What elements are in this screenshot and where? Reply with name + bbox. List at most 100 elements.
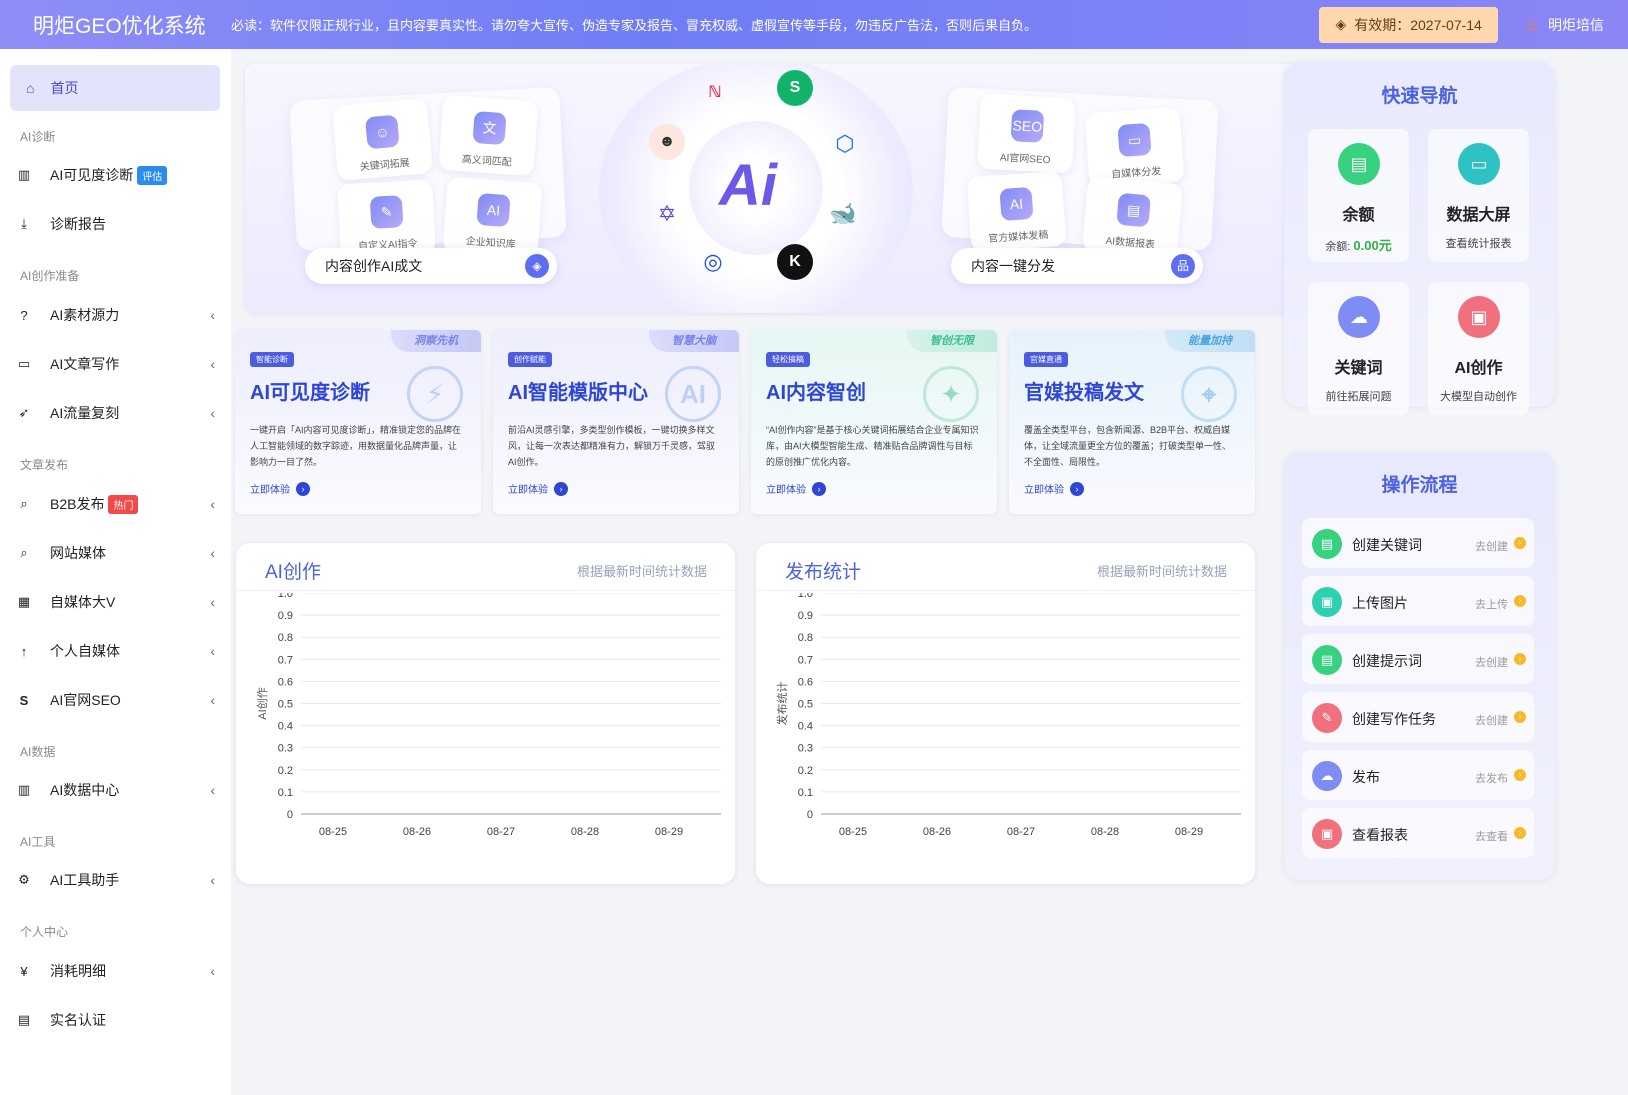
tile-semantic-match[interactable]: 文高义词匹配 [438,94,539,177]
tile-knowledge-base[interactable]: AI 企业知识库 [442,176,543,259]
y-tick-label: 0.7 [798,654,813,666]
feature-card-visibility[interactable]: 洞察先机 智能诊断 AI可见度诊断 ⚡ 一键开启「AI内容可见度诊断」，精准锁定… [235,330,481,514]
sidebar-item-website-media[interactable]: ⌕ 网站媒体 ‹ [14,535,219,571]
sidebar-item-report[interactable]: ⤓ 诊断报告 [14,206,219,242]
balance-value: 0.00元 [1353,238,1392,253]
y-tick-label: 0.6 [278,676,293,688]
y-tick-label: 0.3 [798,743,813,755]
gear-icon: ⚙ [18,872,30,887]
sidebar-item-b2b[interactable]: ⌕ B2B发布 热门 ‹ [14,486,219,522]
badge-hot: 热门 [108,494,139,514]
sidebar-item-home[interactable]: ⌂ 首页 [10,65,220,111]
sidebar-section-tools: AI工具 [20,835,56,849]
workflow-step-publish[interactable]: ☁ 发布 去发布 › [1302,750,1534,800]
try-now-link[interactable]: 立即体验 › [766,481,826,496]
ai-head-icon: AI [665,366,721,422]
sidebar-item-kol[interactable]: ▦ 自媒体大V ‹ [14,584,219,620]
quick-nav-balance[interactable]: ▤ 余额 余额: 0.00元 [1308,129,1409,262]
translate-icon: 文 [472,110,507,146]
sidebar-item-seo[interactable]: S AI官网SEO ‹ [14,682,219,718]
y-tick-label: 0.5 [798,699,813,711]
try-now-link[interactable]: 立即体验 › [508,481,568,496]
arrow-right-icon: › [1514,595,1526,607]
feature-tag: 创作赋能 [508,352,552,367]
arrow-right-icon: › [1070,481,1084,496]
y-tick-label: 0.4 [278,721,293,733]
notice-text: 必读：软件仅限正规行业，且内容要真实性。请勿夸大宣传、伪造专家及报告、冒充权威、… [231,18,1038,33]
chart-icon: ▥ [17,167,31,182]
workflow-step-prompt[interactable]: ▤ 创建提示词 去创建 › [1302,634,1534,684]
x-tick-label: 08-29 [1175,826,1203,838]
feature-title: AI可见度诊断 [250,382,370,404]
divider [756,590,1255,591]
user-menu[interactable]: ♨ 明炬培信 [1524,14,1604,35]
sidebar-item-material[interactable]: ? AI素材源力 ‹ [14,297,219,333]
quick-nav-ai-create[interactable]: ▣ AI创作 大模型自动创作 [1428,282,1529,415]
y-tick-label: 0.6 [798,676,813,688]
cloud-icon: ☁ [1338,296,1380,338]
model-logo-star-icon: ✡ [657,201,677,226]
workflow-title: 操作流程 [1381,475,1458,496]
workflow-step-report[interactable]: ▣ 查看报表 去查看 › [1302,808,1534,858]
quick-nav-dashboard[interactable]: ▭ 数据大屏 查看统计报表 [1428,129,1529,262]
chart-card-publish-stats: 发布统计 根据最新时间统计数据 0 0.1 0.2 0.3 0.4 0.5 0.6 0.7 0.… [756,543,1255,884]
y-tick-label: 0.1 [278,787,293,799]
main-content: ☺ 关键词拓展 文高义词匹配 ✎ 自定义AI指令 AI 企业知识库 内容创作AI成文 ◈… [231,49,1311,1095]
sidebar-item-consumption[interactable]: ¥ 消耗明细 ‹ [14,953,219,989]
arrow-right-icon: › [1514,827,1526,839]
y-tick-label: 0 [807,809,813,821]
workflow-step-task[interactable]: ✎ 创建写作任务 去创建 › [1302,692,1534,742]
arrow-right-icon: › [812,481,826,496]
x-tick-label: 08-29 [655,826,683,838]
feature-title: AI智能模版中心 [508,382,648,404]
divider [236,590,735,591]
feature-card-media[interactable]: 能量加持 官媒直通 官媒投稿发文 ⌖ 覆盖全类型平台，包含新闻源、B2B平台、权… [1009,330,1255,514]
x-tick-label: 08-28 [571,826,599,838]
x-tick-label: 08-26 [403,826,431,838]
tile-ai-seo[interactable]: SEO AI官网SEO [977,93,1076,174]
pill-ai-writing[interactable]: 内容创作AI成文 ◈ [305,248,557,284]
workflow-step-keyword[interactable]: ▤ 创建关键词 去创建 › [1302,518,1534,568]
chart-svg: 0 0.1 0.2 0.3 0.4 0.5 0.6 0.7 0.8 0.9 1.0 08-25 08-2… [256,593,721,838]
arrow-right-icon: › [1514,653,1526,665]
arrow-right-icon: › [1514,769,1526,781]
tile-ai-report[interactable]: ▤ AI数据报表 [1081,176,1184,259]
quick-nav-keyword[interactable]: ☁ 关键词 前往拓展问题 [1308,282,1409,415]
sidebar-item-tools[interactable]: ⚙ AI工具助手 ‹ [14,862,219,898]
chart-svg: 0 0.1 0.2 0.3 0.4 0.5 0.6 0.7 0.8 0.9 1.0 08-25 08-2… [775,593,1241,838]
search-icon: ⌕ [20,545,28,560]
ai-stack-icon: AI [476,192,511,228]
chart-icon: ▥ [17,782,31,797]
x-tick-label: 08-27 [1007,826,1035,838]
x-tick-label: 08-25 [319,826,347,838]
sidebar-item-verify[interactable]: ▤ 实名认证 [14,1002,219,1038]
folder-icon: ▭ [1117,122,1152,158]
question-icon: ? [20,307,28,323]
pill-one-click-distribute[interactable]: 内容一键分发品 [951,248,1203,284]
try-now-link[interactable]: 立即体验 › [250,481,310,496]
tile-keyword-expand[interactable]: ☺ 关键词拓展 [331,98,434,181]
top-bar: 明炬GEO优化系统 必读：软件仅限正规行业，且内容要真实性。请勿夸大宣传、伪造专… [0,0,1628,49]
sidebar-section-personal: 个人中心 [20,925,69,939]
seo-icon: S [19,692,29,708]
workflow-step-upload[interactable]: ▣ 上传图片 去上传 › [1302,576,1534,626]
feature-card-content[interactable]: 智创无限 轻松搞稿 AI内容智创 ✦ “AI创作内容”是基于核心关键词拓展结合企… [751,330,997,514]
edit-doc-icon: ✎ [1312,703,1342,733]
whale-icon: 🐋 [829,201,857,226]
sidebar-item-article[interactable]: ▭ AI文章写作 ‹ [14,346,219,382]
sidebar-item-data-center[interactable]: ▥ AI数据中心 ‹ [14,772,219,808]
sidebar-item-personal-media[interactable]: ↑ 个人自媒体 ‹ [14,633,219,669]
workflow-panel: 操作流程 ▤ 创建关键词 去创建 › ▣ 上传图片 去上传 › ▤ 创建提示词 去创建 › ✎ 创建… [1284,452,1555,880]
wallet-icon: ▤ [1338,143,1380,185]
document-icon: ▤ [1312,529,1342,559]
try-now-link[interactable]: 立即体验 › [1024,481,1084,496]
feature-desc: 前沿AI灵感引擎，多类型创作模板，一键切换多样文风，让每一次表达都精准有力，解锁… [508,425,716,467]
feature-corner-label: 智慧大脑 [649,330,739,352]
feature-tag: 智能诊断 [250,352,294,367]
sidebar-item-ai-visibility[interactable]: ▥ AI可见度诊断 评估 [14,157,219,193]
sidebar-item-traffic[interactable]: ➶ AI流量复刻 ‹ [14,395,219,431]
x-tick-label: 08-26 [923,826,951,838]
sidebar-section-publish: 文章发布 [20,458,69,472]
feature-card-template[interactable]: 智慧大脑 创作赋能 AI智能模版中心 AI 前沿AI灵感引擎，多类型创作模板，一… [493,330,739,514]
tile-official-media[interactable]: AI 官方媒体发稿 [966,170,1067,253]
